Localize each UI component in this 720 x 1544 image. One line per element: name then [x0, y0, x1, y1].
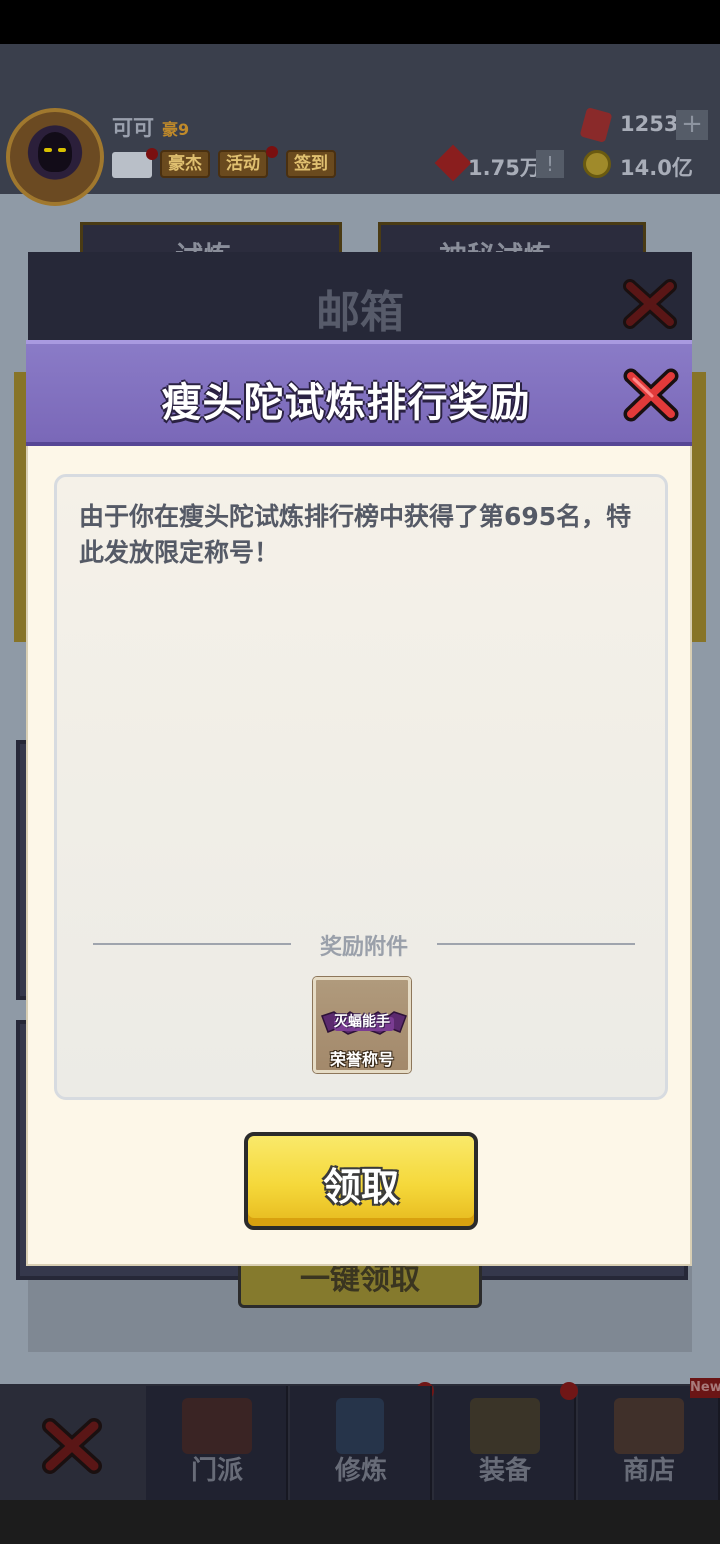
nav-shop[interactable]: 商店 — [578, 1386, 720, 1500]
mail-notification-dot — [146, 148, 158, 160]
reward-caption: 荣誉称号 — [329, 1050, 394, 1069]
vip-level: 豪9 — [162, 120, 190, 139]
nav-label: 装备 — [478, 1456, 531, 1486]
avatar-eye — [44, 148, 52, 152]
reward-title-name: 灭蝠能手 — [334, 1014, 390, 1030]
shop-icon — [614, 1398, 684, 1454]
nav-sect[interactable]: 门派 — [146, 1386, 288, 1500]
nav-training[interactable]: 修炼 — [290, 1386, 432, 1500]
dialog-header: 瘦头陀试炼排行奖励 — [26, 340, 692, 446]
activity-notification-dot — [266, 146, 278, 158]
top-hud — [0, 44, 720, 194]
attachments-label: 奖励附件 — [319, 935, 408, 960]
close-icon[interactable] — [40, 1414, 104, 1478]
mail-message: 由于你在瘦头陀试炼排行榜中获得了第695名，特此发放限定称号！ — [79, 502, 632, 567]
nav-label: 修炼 — [334, 1456, 387, 1486]
hero-button[interactable]: 豪杰 — [160, 150, 210, 178]
nav-equipment[interactable]: 装备 — [434, 1386, 576, 1500]
sword-icon — [470, 1398, 540, 1454]
coin-icon — [583, 150, 611, 178]
mailbox-header: 邮箱 — [28, 252, 692, 352]
gem-count: 1253 — [620, 112, 679, 136]
reward-item-title[interactable]: 灭蝠能手 荣誉称号 — [313, 977, 411, 1073]
dialog-close-icon[interactable] — [622, 366, 680, 424]
temple-icon — [182, 1398, 252, 1454]
nav-badge — [560, 1382, 578, 1400]
claim-button[interactable]: 领取 — [244, 1132, 478, 1230]
avatar-face — [38, 132, 72, 172]
reward-dialog: 瘦头陀试炼排行奖励 由于你在瘦头陀试炼排行榜中获得了第695名，特此发放限定称号… — [26, 340, 692, 1266]
status-bar — [0, 0, 720, 44]
mailbox-title: 邮箱 — [316, 287, 404, 338]
claim-button-label: 领取 — [322, 1165, 399, 1209]
system-navigation-bar — [0, 1500, 720, 1544]
avatar-eye — [58, 148, 66, 152]
nav-label: 商店 — [622, 1456, 675, 1486]
mail-content-box: 由于你在瘦头陀试炼排行榜中获得了第695名，特此发放限定称号！ 奖励附件 灭蝠能… — [54, 474, 668, 1100]
nav-label: 门派 — [190, 1456, 243, 1486]
book-icon — [336, 1398, 384, 1454]
add-gems-button[interactable]: + — [676, 110, 708, 140]
coin-count: 14.0亿 — [620, 156, 693, 180]
ticket-count: 1.75万 — [468, 156, 541, 180]
checkin-button[interactable]: 签到 — [286, 150, 336, 178]
dialog-title: 瘦头陀试炼排行奖励 — [161, 380, 531, 426]
new-badge: New — [690, 1378, 720, 1398]
player-name: 可可 — [112, 116, 154, 140]
player-avatar[interactable] — [6, 108, 104, 206]
divider-right — [437, 943, 635, 945]
ticket-info-button[interactable]: ! — [536, 150, 564, 178]
mailbox-close-icon[interactable] — [622, 276, 678, 332]
activity-button[interactable]: 活动 — [218, 150, 268, 178]
